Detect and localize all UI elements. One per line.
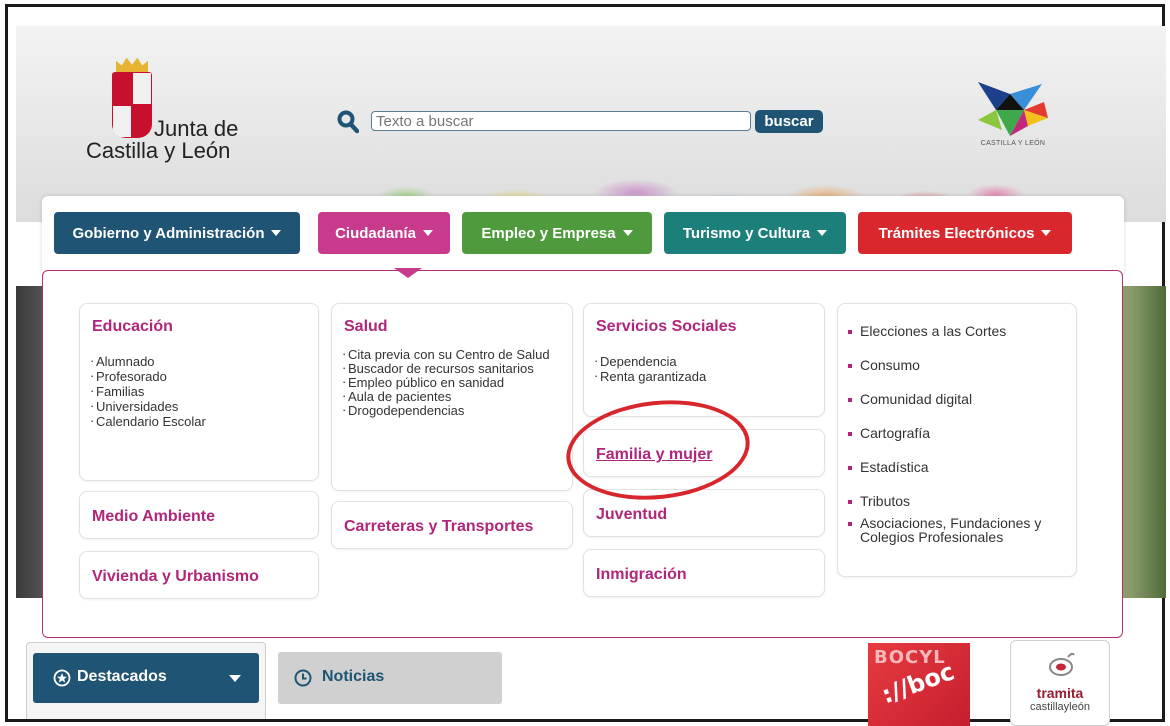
servicios-list: Dependencia Renta garantizada bbox=[594, 353, 706, 384]
menu-link-salud[interactable]: Salud bbox=[344, 318, 388, 336]
menu-box-carreteras: Carreteras y Transportes bbox=[331, 501, 573, 549]
search-input[interactable] bbox=[371, 111, 751, 131]
logo-line-2: Castilla y León bbox=[86, 138, 231, 163]
menu-link[interactable]: Empleo público en sanidad bbox=[342, 375, 566, 390]
caret-down-icon bbox=[229, 675, 241, 682]
menu-box-medio-ambiente: Medio Ambiente bbox=[79, 491, 319, 539]
menu-link-asociaciones[interactable]: Asociaciones, Fundaciones y Colegios Pro… bbox=[848, 516, 1072, 544]
caret-down-icon bbox=[817, 230, 828, 236]
menu-box-servicios-sociales: Servicios Sociales Dependencia Renta gar… bbox=[583, 303, 825, 417]
search-button[interactable]: buscar bbox=[755, 110, 823, 133]
nav-label: Turismo y Cultura bbox=[682, 224, 811, 242]
nav-gobierno-administracion[interactable]: Gobierno y Administración bbox=[54, 212, 300, 254]
nav-turismo-cultura[interactable]: Turismo y Cultura bbox=[664, 212, 846, 254]
nav-label: Gobierno y Administración bbox=[72, 224, 265, 242]
menu-link[interactable]: Cita previa con su Centro de Salud bbox=[342, 347, 566, 362]
tab-destacados[interactable]: Destacados bbox=[26, 642, 266, 719]
menu-link[interactable]: Buscador de recursos sanitarios bbox=[342, 361, 566, 376]
menu-link-medio-ambiente[interactable]: Medio Ambiente bbox=[92, 508, 215, 526]
mouse-icon bbox=[1049, 652, 1075, 676]
clock-icon bbox=[294, 669, 312, 687]
caret-down-icon bbox=[422, 230, 433, 236]
nav-tramites-electronicos[interactable]: Trámites Electrónicos bbox=[858, 212, 1072, 254]
side-links-list: Elecciones a las Cortes Consumo Comunida… bbox=[848, 324, 1072, 544]
menu-link-carreteras-transportes[interactable]: Carreteras y Transportes bbox=[344, 518, 533, 536]
menu-link[interactable]: Alumnado bbox=[90, 353, 206, 369]
tramita-subtitle: castillayleón bbox=[1030, 701, 1090, 713]
menu-link-tributos[interactable]: Tributos bbox=[848, 494, 1072, 508]
nav-label: Ciudadanía bbox=[335, 224, 416, 242]
search-bar: buscar bbox=[337, 110, 827, 136]
menu-link[interactable]: Universidades bbox=[90, 398, 206, 414]
menu-link-cartografia[interactable]: Cartografía bbox=[848, 426, 1072, 440]
menu-link-educacion[interactable]: Educación bbox=[92, 318, 173, 336]
nav-ciudadania[interactable]: Ciudadanía bbox=[318, 212, 450, 254]
menu-box-inmigracion: Inmigración bbox=[583, 549, 825, 597]
search-icon[interactable] bbox=[337, 110, 359, 134]
tramita-banner[interactable]: tramita castillayleón bbox=[1010, 640, 1110, 726]
caret-down-icon bbox=[271, 230, 282, 236]
castilla-leon-brand-logo[interactable]: CASTILLA Y LEÓN bbox=[958, 80, 1068, 152]
star-logo-icon bbox=[978, 82, 1048, 136]
menu-link[interactable]: Dependencia bbox=[594, 353, 706, 369]
tab-noticias-label: Noticias bbox=[322, 668, 385, 685]
logo-line-1: Junta de bbox=[154, 116, 239, 141]
content-tabs: Destacados Noticias bbox=[16, 642, 516, 719]
brand-caption: CASTILLA Y LEÓN bbox=[980, 140, 1046, 147]
menu-link[interactable]: Aula de pacientes bbox=[342, 389, 566, 404]
menu-link[interactable]: Drogodependencias bbox=[342, 403, 566, 418]
menu-link[interactable]: Renta garantizada bbox=[594, 368, 706, 384]
nav-label: Trámites Electrónicos bbox=[878, 224, 1035, 242]
tab-noticias[interactable]: Noticias bbox=[278, 652, 502, 704]
menu-link-vivienda-urbanismo[interactable]: Vivienda y Urbanismo bbox=[92, 568, 259, 586]
menu-link[interactable]: Familias bbox=[90, 383, 206, 399]
menu-link-inmigracion[interactable]: Inmigración bbox=[596, 566, 687, 584]
nav-label: Empleo y Empresa bbox=[481, 224, 616, 242]
menu-box-vivienda: Vivienda y Urbanismo bbox=[79, 551, 319, 599]
menu-link-consumo[interactable]: Consumo bbox=[848, 358, 1072, 372]
menu-link[interactable]: Profesorado bbox=[90, 368, 206, 384]
salud-list: Cita previa con su Centro de Salud Busca… bbox=[342, 347, 566, 418]
menu-link-elecciones[interactable]: Elecciones a las Cortes bbox=[848, 324, 1072, 338]
menu-box-salud: Salud Cita previa con su Centro de Salud… bbox=[331, 303, 573, 491]
menu-link-comunidad-digital[interactable]: Comunidad digital bbox=[848, 392, 1072, 406]
logo-text: Junta de Castilla y León bbox=[86, 118, 276, 162]
tramita-title: tramita bbox=[1036, 685, 1084, 701]
menu-link-juventud[interactable]: Juventud bbox=[596, 506, 667, 524]
menu-link[interactable]: Calendario Escolar bbox=[90, 413, 206, 429]
junta-logo[interactable]: Junta de Castilla y León bbox=[86, 56, 276, 166]
menu-pointer-arrow bbox=[394, 268, 422, 278]
educacion-list: Alumnado Profesorado Familias Universida… bbox=[90, 353, 206, 429]
star-circle-icon bbox=[53, 669, 71, 687]
menu-link-servicios-sociales[interactable]: Servicios Sociales bbox=[596, 318, 737, 336]
caret-down-icon bbox=[1041, 230, 1052, 236]
destacados-button[interactable]: Destacados bbox=[33, 653, 259, 703]
menu-box-educacion: Educación Alumnado Profesorado Familias … bbox=[79, 303, 319, 481]
nav-empleo-empresa[interactable]: Empleo y Empresa bbox=[462, 212, 652, 254]
bocyl-banner[interactable]: BOCYL ://boc bbox=[868, 643, 970, 726]
tab-destacados-label: Destacados bbox=[77, 668, 167, 685]
main-navigation: Gobierno y Administración Ciudadanía Emp… bbox=[42, 196, 1124, 274]
menu-link-estadistica[interactable]: Estadística bbox=[848, 460, 1072, 474]
menu-box-other-links: Elecciones a las Cortes Consumo Comunida… bbox=[837, 303, 1077, 577]
crown-icon bbox=[116, 57, 148, 72]
caret-down-icon bbox=[622, 230, 633, 236]
